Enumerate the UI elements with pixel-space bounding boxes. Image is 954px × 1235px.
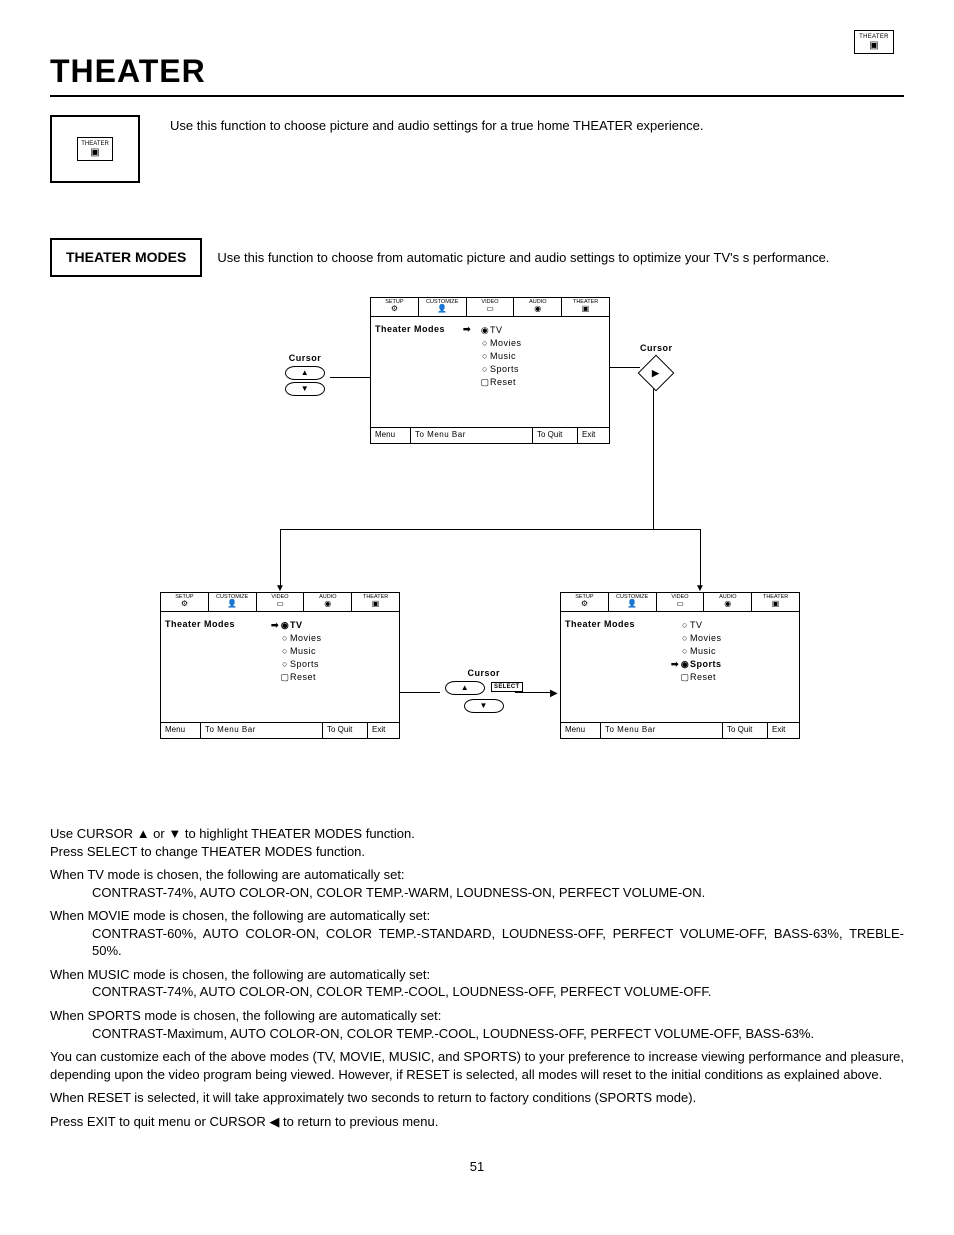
osd-panel-2: SETUP⚙ CUSTOMIZE👤 VIDEO▭ AUDIO◉ THEATER▣… [160,592,400,739]
page-title: THEATER [50,50,904,97]
projector-icon: ▣ [81,148,109,158]
intro-icon-box: THEATER ▣ [50,115,140,183]
projector-icon: ▣ [857,41,891,51]
theater-modes-label: THEATER MODES [50,238,202,277]
osd-panel-3: SETUP⚙ CUSTOMIZE👤 VIDEO▭ AUDIO◉ THEATER▣… [560,592,800,739]
theater-modes-desc: Use this function to choose from automat… [217,249,829,267]
page-number: 51 [50,1158,904,1176]
down-arrow-icon: ▼ [285,382,325,396]
osd-panel-1: SETUP⚙ CUSTOMIZE👤 VIDEO▭ AUDIO◉ THEATER▣… [370,297,610,444]
intro-text: Use this function to choose picture and … [170,115,704,135]
select-button: SELECT [491,682,522,692]
up-arrow-icon: ▲ [445,681,485,695]
header-theater-icon: THEATER ▣ [854,30,894,54]
cursor-updown-1: Cursor ▲ ▼ [285,352,325,398]
up-arrow-icon: ▲ [285,366,325,380]
cursor-updown-select: Cursor ▲ SELECT ▼ [445,667,523,715]
instructions-block: Use CURSOR ▲ or ▼ to highlight THEATER M… [50,825,904,1130]
right-arrow-icon: ▶ [653,367,660,379]
cursor-right-1: Cursor ▶ [640,342,673,392]
flow-diagram: SETUP⚙ CUSTOMIZE👤 VIDEO▭ AUDIO◉ THEATER▣… [50,297,904,817]
down-arrow-icon: ▼ [464,699,504,713]
